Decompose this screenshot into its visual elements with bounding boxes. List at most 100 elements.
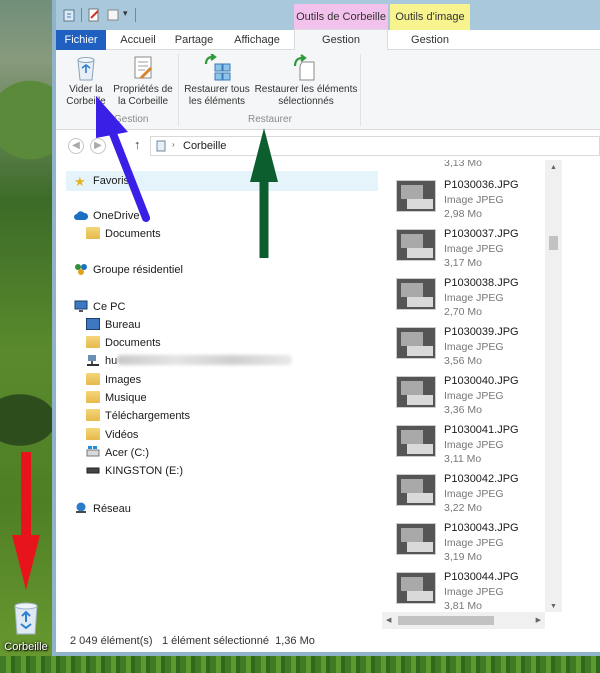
navigation-pane: ★ Favoris OneDrive Documents Groupe résid… xyxy=(56,166,378,621)
nav-item-bureau[interactable]: Bureau xyxy=(86,316,140,334)
explorer-window: ▾ Outils de Corbeille Outils d'image Fic… xyxy=(52,0,600,656)
nav-item-musique[interactable]: Musique xyxy=(86,389,147,407)
nav-item-user-folder[interactable]: hu xyxy=(86,352,293,370)
empty-recycle-bin-button[interactable]: Vider la Corbeille xyxy=(62,52,110,108)
restore-all-button[interactable]: Restaurer tous les éléments xyxy=(182,52,252,108)
empty-bin-icon xyxy=(72,54,100,82)
horizontal-scroll-thumb[interactable] xyxy=(398,616,494,625)
up-arrow-icon[interactable]: ↑ xyxy=(134,137,141,152)
usb-drive-icon xyxy=(86,464,100,476)
vertical-scroll-thumb[interactable] xyxy=(549,236,558,250)
bin-properties-button[interactable]: Propriétés de la Corbeille xyxy=(110,52,176,108)
nav-label: Ce PC xyxy=(93,301,126,313)
item-count: 2 049 élément(s) xyxy=(70,635,153,647)
file-type: Image JPEG xyxy=(444,488,504,500)
file-size: 3,11 Mo xyxy=(444,453,482,465)
nav-item-ce-pc[interactable]: Ce PC xyxy=(74,298,125,316)
file-item[interactable]: P1030041.JPG Image JPEG 3,11 Mo xyxy=(382,420,562,469)
empty-bin-label-2: Corbeille xyxy=(66,96,106,107)
nav-item-videos[interactable]: Vidéos xyxy=(86,426,138,444)
windows-drive-icon xyxy=(86,446,100,458)
new-folder-small-icon[interactable] xyxy=(106,8,120,22)
recycle-bin-small-icon xyxy=(156,140,166,152)
file-name: P1030043.JPG xyxy=(444,522,519,534)
pictures-folder-icon xyxy=(86,373,100,385)
customize-quick-access-icon[interactable]: ▾ xyxy=(123,8,128,19)
group-label-gestion: Gestion xyxy=(114,114,149,125)
nav-item-onedrive[interactable]: OneDrive xyxy=(74,207,139,225)
scroll-left-arrow-icon[interactable]: ◀ xyxy=(386,616,391,624)
desktop-recycle-bin[interactable]: Corbeille xyxy=(2,600,50,653)
empty-bin-label-1: Vider la xyxy=(69,84,103,95)
file-list: 3,13 Mo P1030036.JPG Image JPEG 2,98 Mo P10… xyxy=(382,160,562,615)
recycle-bin-small-icon[interactable] xyxy=(62,8,76,22)
file-type: Image JPEG xyxy=(444,586,504,598)
nav-label: OneDrive xyxy=(93,210,140,222)
nav-item-favoris[interactable]: ★ Favoris xyxy=(74,172,129,190)
scroll-up-arrow-icon[interactable]: ▲ xyxy=(550,164,557,171)
nav-item-telechargements[interactable]: Téléchargements xyxy=(86,407,190,425)
nav-item-images[interactable]: Images xyxy=(86,371,141,389)
forward-button[interactable]: ▶ xyxy=(90,138,106,154)
file-name: P1030037.JPG xyxy=(444,228,519,240)
nav-label: Images xyxy=(105,374,142,386)
restore-selected-button[interactable]: Restaurer les éléments sélectionnés xyxy=(254,52,358,108)
status-bar: 2 049 élément(s) 1 élément sélectionné 1… xyxy=(56,630,600,652)
homegroup-icon xyxy=(74,263,88,275)
image-thumbnail xyxy=(396,229,436,261)
file-item[interactable]: P1030043.JPG Image JPEG 3,19 Mo xyxy=(382,518,562,567)
nav-label: Bureau xyxy=(105,319,141,331)
file-item[interactable]: P1030042.JPG Image JPEG 3,22 Mo xyxy=(382,469,562,518)
computer-icon xyxy=(74,300,88,312)
group-separator xyxy=(178,54,179,126)
address-bar[interactable]: › Corbeille xyxy=(150,136,600,156)
nav-item-documents-onedrive[interactable]: Documents xyxy=(86,225,161,243)
tab-affichage[interactable]: Affichage xyxy=(226,30,288,50)
file-type: Image JPEG xyxy=(444,292,504,304)
file-size: 2,98 Mo xyxy=(444,208,482,220)
file-size: 3,22 Mo xyxy=(444,502,482,514)
restore-selected-label-1: Restaurer les éléments xyxy=(254,84,358,95)
desktop-bin-label: Corbeille xyxy=(4,641,48,653)
tab-fichier[interactable]: Fichier xyxy=(56,30,106,50)
tab-gestion-corbeille[interactable]: Gestion xyxy=(294,29,388,51)
cloud-icon xyxy=(74,209,89,221)
nav-item-acer-c[interactable]: Acer (C:) xyxy=(86,444,149,462)
file-item[interactable]: P1030036.JPG Image JPEG 2,98 Mo xyxy=(382,175,562,224)
nav-item-reseau[interactable]: Réseau xyxy=(74,500,131,518)
file-item[interactable]: P1030039.JPG Image JPEG 3,56 Mo xyxy=(382,322,562,371)
file-item[interactable]: P1030044.JPG Image JPEG 3,81 Mo xyxy=(382,567,562,615)
nav-label: Favoris xyxy=(93,175,130,187)
vertical-scrollbar[interactable]: ▲ ▼ xyxy=(545,160,562,612)
star-icon: ★ xyxy=(74,174,86,189)
nav-item-groupe-residentiel[interactable]: Groupe résidentiel xyxy=(74,261,183,279)
properties-small-icon[interactable] xyxy=(87,8,101,22)
back-button[interactable]: ◀ xyxy=(68,138,84,154)
file-item[interactable]: P1030037.JPG Image JPEG 3,17 Mo xyxy=(382,224,562,273)
partial-file-size: 3,13 Mo xyxy=(444,160,482,169)
file-item[interactable]: P1030040.JPG Image JPEG 3,36 Mo xyxy=(382,371,562,420)
nav-item-documents[interactable]: Documents xyxy=(86,334,161,352)
file-type: Image JPEG xyxy=(444,194,504,206)
group-separator xyxy=(360,54,361,126)
breadcrumb-corbeille[interactable]: Corbeille xyxy=(183,140,226,152)
file-type: Image JPEG xyxy=(444,341,504,353)
breadcrumb-chevron-icon: › xyxy=(172,140,175,149)
file-item[interactable]: P1030038.JPG Image JPEG 2,70 Mo xyxy=(382,273,562,322)
toolbar-separator xyxy=(81,8,82,22)
file-name: P1030042.JPG xyxy=(444,473,519,485)
desktop-folder-icon xyxy=(86,318,100,330)
nav-item-kingston-e[interactable]: KINGSTON (E:) xyxy=(86,462,183,480)
properties-icon xyxy=(129,54,157,82)
tab-gestion-image[interactable]: Gestion xyxy=(390,30,470,50)
recent-locations-icon[interactable]: ▾ xyxy=(112,139,116,148)
scroll-down-arrow-icon[interactable]: ▼ xyxy=(550,603,557,610)
group-label-restaurer: Restaurer xyxy=(248,114,292,125)
tab-partage[interactable]: Partage xyxy=(168,30,220,50)
properties-label-1: Propriétés de xyxy=(113,84,173,95)
horizontal-scrollbar[interactable]: ◀ ▶ xyxy=(382,612,545,629)
image-thumbnail xyxy=(396,278,436,310)
scroll-right-arrow-icon[interactable]: ▶ xyxy=(536,616,541,624)
tab-accueil[interactable]: Accueil xyxy=(112,30,164,50)
file-type: Image JPEG xyxy=(444,390,504,402)
